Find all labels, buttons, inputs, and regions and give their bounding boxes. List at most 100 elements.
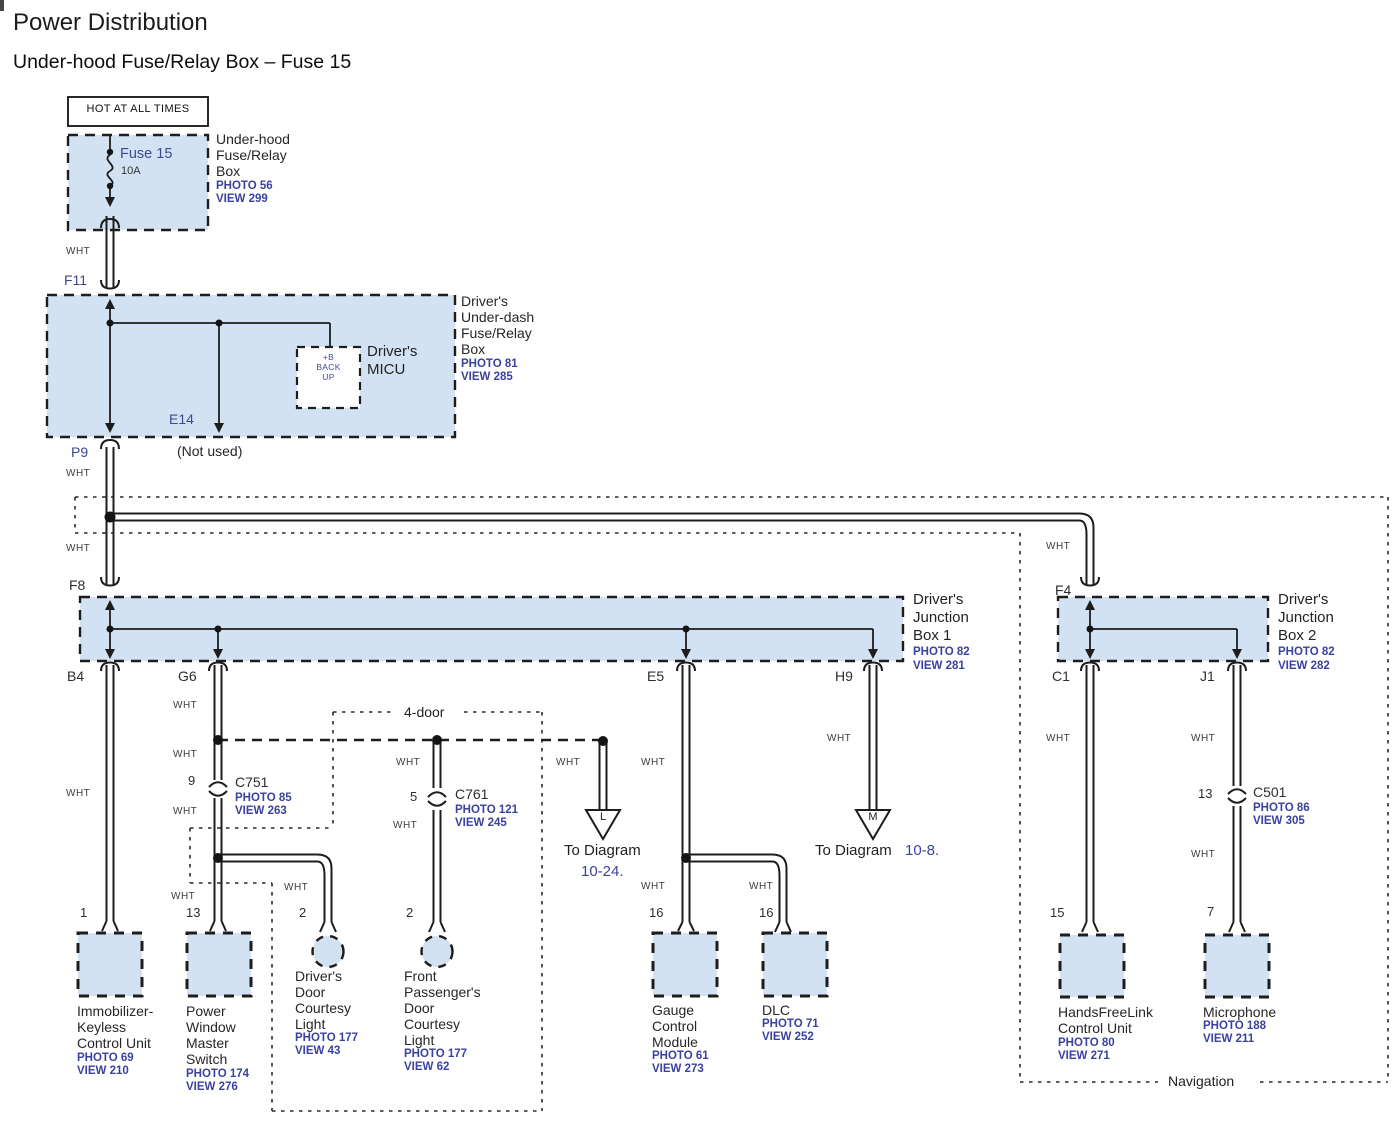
fuse-rating-label: 10A xyxy=(121,165,141,177)
c761-label: C761 xyxy=(455,786,488,802)
terminal-j1: J1 xyxy=(1200,668,1215,684)
wire-color-label: WHT xyxy=(1046,733,1070,744)
dlc-view-link[interactable]: VIEW 252 xyxy=(762,1031,814,1044)
c751-photo-link[interactable]: PHOTO 85 xyxy=(235,792,292,805)
to-diagram-m-ref-link[interactable]: 10-8. xyxy=(905,842,939,859)
pin-dlc: 16 xyxy=(759,905,773,920)
terminal-g6: G6 xyxy=(178,668,197,684)
pin-gauge: 16 xyxy=(649,905,663,920)
wire-color-label: WHT xyxy=(66,246,90,257)
terminal-e14: E14 xyxy=(169,411,194,427)
pwms-box xyxy=(187,933,251,996)
terminal-f11: F11 xyxy=(64,272,87,288)
wire-color-label: WHT xyxy=(171,891,195,902)
jb2-photo-link[interactable]: PHOTO 82 xyxy=(1278,646,1335,659)
wire-color-label: WHT xyxy=(173,806,197,817)
wire-color-label: WHT xyxy=(641,881,665,892)
underhood-photo-link[interactable]: PHOTO 56 xyxy=(216,180,273,193)
wire-color-label: WHT xyxy=(1191,733,1215,744)
to-diagram-l-letter: L xyxy=(593,811,613,823)
wire-color-label: WHT xyxy=(396,757,420,768)
underdash-view-link[interactable]: VIEW 285 xyxy=(461,371,513,384)
not-used-label: (Not used) xyxy=(177,443,242,459)
terminal-h9: H9 xyxy=(835,668,853,684)
hfl-view-link[interactable]: VIEW 271 xyxy=(1058,1050,1110,1063)
pin-c761: 5 xyxy=(410,789,417,804)
jb2-label: Driver'sJunctionBox 2 xyxy=(1278,591,1334,645)
gauge-photo-link[interactable]: PHOTO 61 xyxy=(652,1050,709,1063)
wire-color-label: WHT xyxy=(66,788,90,799)
wire-color-label: WHT xyxy=(66,468,90,479)
ddcl-label: Driver'sDoorCourtesyLight xyxy=(295,968,351,1032)
pin-mic: 7 xyxy=(1207,904,1214,919)
c501-photo-link[interactable]: PHOTO 86 xyxy=(1253,802,1310,815)
pin-c501: 13 xyxy=(1198,786,1212,801)
mic-view-link[interactable]: VIEW 211 xyxy=(1203,1033,1254,1046)
pin-immobilizer: 1 xyxy=(80,905,87,920)
dlc-label: DLC xyxy=(762,1002,790,1018)
immobilizer-photo-link[interactable]: PHOTO 69 xyxy=(77,1052,134,1065)
fuse-relay-boxes xyxy=(47,135,1268,661)
dlc-photo-link[interactable]: PHOTO 71 xyxy=(762,1018,819,1031)
jb1-photo-link[interactable]: PHOTO 82 xyxy=(913,646,970,659)
immobilizer-box xyxy=(78,933,142,996)
page-title: Power Distribution xyxy=(13,9,208,37)
to-diagram-m-text: To Diagram xyxy=(815,842,892,859)
wire-color-label: WHT xyxy=(1046,541,1070,552)
to-diagram-l-ref-link[interactable]: 10-24. xyxy=(581,863,624,880)
wire-color-label: WHT xyxy=(749,881,773,892)
terminal-c1: C1 xyxy=(1052,668,1070,684)
pwms-label: PowerWindowMasterSwitch xyxy=(186,1003,236,1067)
jb2-view-link[interactable]: VIEW 282 xyxy=(1278,660,1330,673)
terminal-f8: F8 xyxy=(69,577,85,593)
underdash-photo-link[interactable]: PHOTO 81 xyxy=(461,358,518,371)
wire-color-label: WHT xyxy=(393,820,417,831)
wire-color-label: WHT xyxy=(556,757,580,768)
wire-color-label: WHT xyxy=(284,882,308,893)
c761-connector xyxy=(428,792,446,806)
micu-name-label: Driver'sMICU xyxy=(367,343,417,379)
wire-color-label: WHT xyxy=(827,733,851,744)
underdash-box-label: Driver'sUnder-dashFuse/RelayBox xyxy=(461,293,534,357)
wire-color-label: WHT xyxy=(173,749,197,760)
page-subtitle: Under-hood Fuse/Relay Box – Fuse 15 xyxy=(13,51,351,74)
wire-color-label: WHT xyxy=(173,700,197,711)
ddcl-view-link[interactable]: VIEW 43 xyxy=(295,1045,340,1058)
hfl-photo-link[interactable]: PHOTO 80 xyxy=(1058,1037,1115,1050)
mic-photo-link[interactable]: PHOTO 188 xyxy=(1203,1020,1266,1033)
c501-label: C501 xyxy=(1253,784,1286,800)
fpdcl-view-link[interactable]: VIEW 62 xyxy=(404,1061,449,1074)
hfl-box xyxy=(1060,935,1124,997)
wire-color-label: WHT xyxy=(1191,849,1215,860)
jb1-view-link[interactable]: VIEW 281 xyxy=(913,660,965,673)
wire-color-label: WHT xyxy=(66,543,90,554)
to-diagram-m-letter: M xyxy=(863,811,883,823)
ddcl-bulb xyxy=(313,936,344,967)
pin-hfl: 15 xyxy=(1050,905,1064,920)
immobilizer-label: Immobilizer-KeylessControl Unit xyxy=(77,1003,153,1051)
fpdcl-photo-link[interactable]: PHOTO 177 xyxy=(404,1048,467,1061)
terminal-p9: P9 xyxy=(71,444,88,460)
to-diagram-arrows xyxy=(586,810,890,839)
navigation-region-label: Navigation xyxy=(1164,1073,1238,1089)
c501-view-link[interactable]: VIEW 305 xyxy=(1253,815,1305,828)
c761-view-link[interactable]: VIEW 245 xyxy=(455,817,507,830)
pwms-photo-link[interactable]: PHOTO 174 xyxy=(186,1068,249,1081)
hfl-label: HandsFreeLinkControl Unit xyxy=(1058,1004,1153,1036)
gauge-label: GaugeControlModule xyxy=(652,1002,698,1050)
immobilizer-view-link[interactable]: VIEW 210 xyxy=(77,1065,129,1078)
mic-label: Microphone xyxy=(1203,1004,1276,1020)
hot-at-all-times-label: HOT AT ALL TIMES xyxy=(68,103,208,115)
ddcl-photo-link[interactable]: PHOTO 177 xyxy=(295,1032,358,1045)
to-diagram-l-text: To Diagram xyxy=(564,842,641,859)
four-door-region-label: 4-door xyxy=(400,704,448,720)
c751-view-link[interactable]: VIEW 263 xyxy=(235,805,287,818)
underhood-view-link[interactable]: VIEW 299 xyxy=(216,193,268,206)
wiring-diagram-page: Power Distribution Under-hood Fuse/Relay… xyxy=(0,0,1398,1126)
c761-photo-link[interactable]: PHOTO 121 xyxy=(455,804,518,817)
pwms-view-link[interactable]: VIEW 276 xyxy=(186,1081,238,1094)
gauge-view-link[interactable]: VIEW 273 xyxy=(652,1063,704,1076)
pin-pwms: 13 xyxy=(186,905,200,920)
pin-c751: 9 xyxy=(188,773,195,788)
mic-box xyxy=(1205,935,1269,997)
